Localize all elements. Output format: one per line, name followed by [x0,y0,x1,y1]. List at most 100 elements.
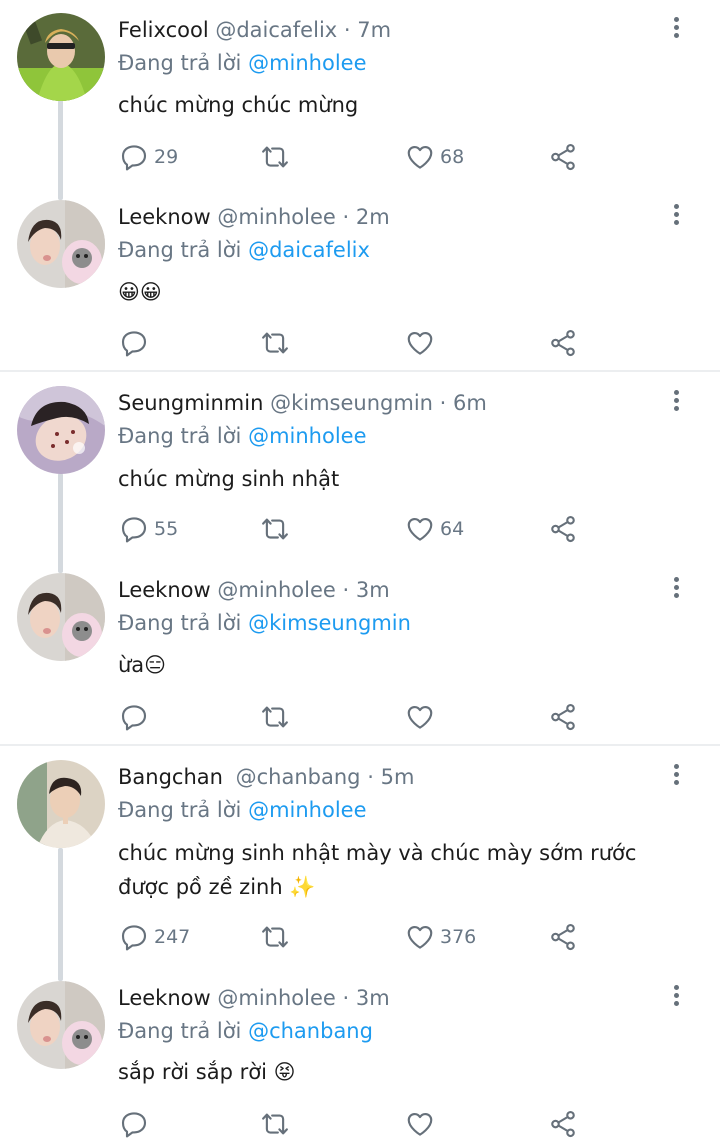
retweet-icon [260,702,290,732]
like-button[interactable]: 376 [405,920,476,954]
replying-to-user[interactable]: @chanbang [248,1019,373,1043]
separator-dot: · [342,986,350,1010]
like-button[interactable] [405,700,440,734]
replying-to-user[interactable]: @kimseungmin [248,611,411,635]
share-button[interactable] [548,700,578,734]
share-icon [548,514,578,544]
thread-separator [0,744,720,746]
reply-button[interactable]: 29 [119,140,178,174]
replying-to-user[interactable]: @minholee [248,798,366,822]
share-button[interactable] [548,326,578,360]
share-button[interactable] [548,1107,578,1141]
tweet-text-line: chúc mừng sinh nhật [118,467,340,491]
separator-dot: · [342,205,350,229]
user-avatar[interactable] [17,386,105,474]
display-name[interactable]: Leeknow [118,205,211,229]
tweet-actions [0,700,720,734]
more-options-icon[interactable] [668,17,684,43]
tweet-text-line: 😀😀 [118,280,162,304]
retweet-button[interactable] [260,920,290,954]
share-button[interactable] [548,140,578,174]
display-name[interactable]: Leeknow [118,578,211,602]
user-handle[interactable]: @chanbang [236,765,361,789]
tweet-text-line: sắp rời sắp rời 😝 [118,1060,296,1084]
heart-icon [405,514,435,544]
retweet-button[interactable] [260,140,290,174]
like-button[interactable] [405,326,440,360]
reply-icon [119,1109,149,1139]
replying-to-user[interactable]: @minholee [248,424,366,448]
tweet-header: Felixcool @daicafelix · 7m [118,17,391,43]
replying-to-label: Đang trả lời [118,798,242,822]
retweet-button[interactable] [260,1107,290,1141]
like-count: 376 [440,926,477,948]
tweet-text: 😀😀 [118,275,162,309]
like-button[interactable]: 64 [405,512,464,546]
user-handle[interactable]: @daicafelix [215,18,337,42]
retweet-icon [260,514,290,544]
separator-dot: · [367,765,374,789]
tweet-time: 5m [380,765,415,789]
tweet-time: 3m [355,986,390,1010]
user-avatar[interactable] [17,13,105,101]
user-handle[interactable]: @minholee [217,578,335,602]
reply-button[interactable]: 55 [119,512,178,546]
replying-to-label: Đang trả lời [118,611,242,635]
tweet-text-line: chúc mừng chúc mừng [118,93,359,117]
user-handle[interactable]: @minholee [217,986,335,1010]
more-options-icon[interactable] [668,204,684,230]
tweet-time: 2m [355,205,390,229]
like-button[interactable] [405,1107,440,1141]
replying-to-user[interactable]: @daicafelix [248,238,370,262]
replying-to-label: Đang trả lời [118,1019,242,1043]
replying-to-label: Đang trả lời [118,238,242,262]
tweet-header: Leeknow @minholee · 2m [118,204,390,230]
tweet-text: chúc mừng chúc mừng [118,88,358,122]
more-options-icon[interactable] [668,390,684,416]
like-button[interactable]: 68 [405,140,464,174]
retweet-button[interactable] [260,512,290,546]
reply-button[interactable] [119,1107,154,1141]
user-handle[interactable]: @minholee [217,205,335,229]
tweet-text-line: được pồ zề zinh ✨ [118,875,316,899]
share-button[interactable] [548,512,578,546]
display-name[interactable]: Seungminmin [118,391,263,415]
display-name[interactable]: Bangchan [118,765,223,789]
leeknow-avatar-image [17,981,105,1069]
replying-to-label: Đang trả lời [118,51,242,75]
tweet-time: 3m [355,578,390,602]
retweet-button[interactable] [260,326,290,360]
reply-icon [119,702,149,732]
tweet-actions: 29 68 [0,140,720,174]
retweet-button[interactable] [260,700,290,734]
user-avatar[interactable] [17,760,105,848]
user-avatar[interactable] [17,200,105,288]
tweet-header: Bangchan @chanbang · 5m [118,764,414,790]
share-icon [548,922,578,952]
tweet-time: 6m [453,391,487,415]
tweet-actions [0,326,720,360]
tweet-actions: 247 376 [0,920,720,954]
reply-count: 55 [154,518,179,540]
more-options-icon[interactable] [668,577,684,603]
share-button[interactable] [548,920,578,954]
user-avatar[interactable] [17,573,105,661]
tweet-text-line: chúc mừng sinh nhật mày và chúc mày sớm … [118,841,637,865]
reply-button[interactable]: 247 [119,920,190,954]
reply-button[interactable] [119,326,154,360]
replying-to-user[interactable]: @minholee [248,51,366,75]
reply-count: 247 [154,926,191,948]
replying-to: Đang trả lời @kimseungmin [118,610,411,636]
display-name[interactable]: Leeknow [118,986,211,1010]
tweet-text: sắp rời sắp rời 😝 [118,1055,296,1089]
user-avatar[interactable] [17,981,105,1069]
display-name[interactable]: Felixcool [118,18,209,42]
user-handle[interactable]: @kimseungmin [270,391,433,415]
reply-button[interactable] [119,700,154,734]
more-options-icon[interactable] [668,764,684,790]
seungmin-avatar-image [17,386,105,474]
replying-to: Đang trả lời @minholee [118,50,367,76]
replying-to: Đang trả lời @minholee [118,423,367,449]
more-options-icon[interactable] [668,985,684,1011]
heart-icon [405,328,435,358]
